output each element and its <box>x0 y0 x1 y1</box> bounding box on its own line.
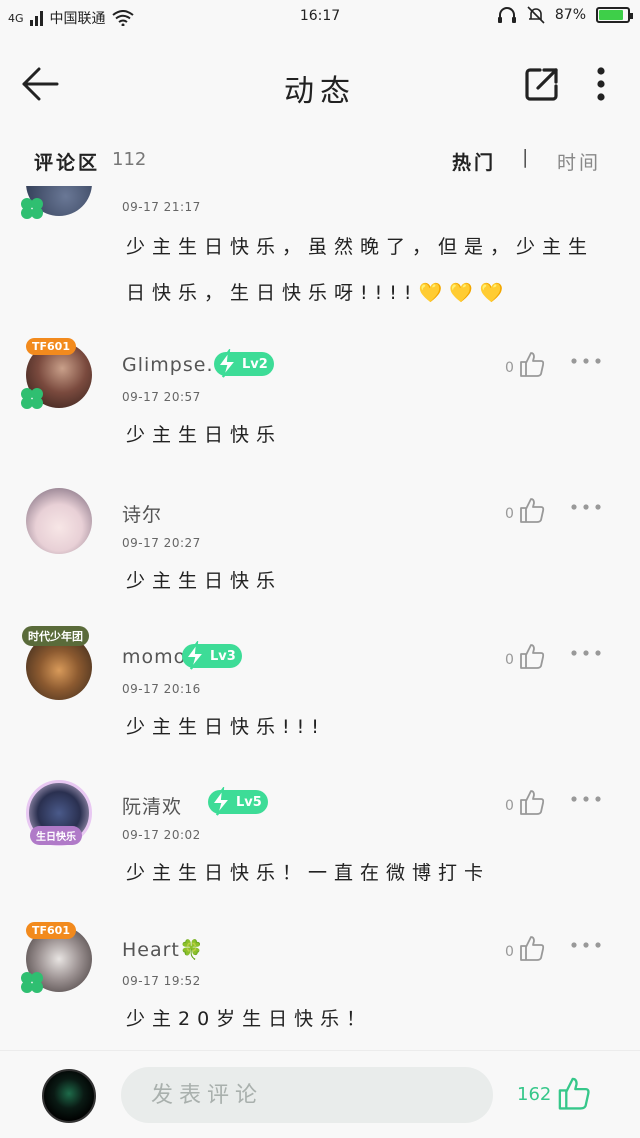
more-horizontal-icon[interactable] <box>570 648 602 658</box>
avatar-frame-badge: TF601 <box>26 922 76 939</box>
level-label: Lv5 <box>236 794 262 810</box>
avatar-frame-badge: TF601 <box>26 338 76 355</box>
comment-section-label: 评论区 <box>34 152 101 174</box>
comment-time: 09-17 20:27 <box>122 536 201 550</box>
comment-text: 少主生日快乐!!! <box>126 716 326 738</box>
total-like-count: 162 <box>517 1084 552 1105</box>
status-right: 87% <box>497 6 633 24</box>
comment-text: 少主生日快乐，虽然晚了，但是，少主生日快乐，生日快乐呀!!!!💛💛💛 <box>126 236 595 304</box>
comment-time: 09-17 20:02 <box>122 828 201 842</box>
sort-hot-tab[interactable]: 热门 <box>452 148 496 175</box>
comment-text: 少主生日快乐！一直在微博打卡 <box>126 862 491 884</box>
like-count: 0 <box>505 798 514 814</box>
comment-count: 112 <box>112 149 147 170</box>
more-horizontal-icon[interactable] <box>570 940 602 950</box>
more-horizontal-icon[interactable] <box>570 356 602 366</box>
share-button[interactable] <box>522 64 562 104</box>
sort-time-tab[interactable]: 时间 <box>557 148 601 175</box>
comment-section-header: 评论区 112 热门 | 时间 <box>0 138 640 182</box>
sort-separator: | <box>522 146 529 168</box>
mute-bell-icon <box>527 6 545 24</box>
clover-icon <box>21 388 43 409</box>
like-count: 0 <box>505 944 514 960</box>
level-badge: Lv5 <box>208 787 268 816</box>
level-badge: Lv3 <box>182 641 242 670</box>
status-bar: 4G 中国联通 16:17 87% <box>0 0 640 34</box>
my-avatar[interactable] <box>42 1069 96 1123</box>
comment-time: 09-17 21:17 <box>122 200 201 214</box>
more-horizontal-icon[interactable] <box>570 794 602 804</box>
share-icon <box>525 68 558 101</box>
thumbs-up-icon[interactable] <box>518 642 546 670</box>
comment-time: 09-17 20:57 <box>122 390 201 404</box>
more-vertical-icon <box>597 67 605 101</box>
level-label: Lv3 <box>210 648 236 664</box>
username[interactable]: 诗尔 <box>122 500 162 527</box>
comment-time: 09-17 19:52 <box>122 974 201 988</box>
avatar[interactable] <box>26 488 92 554</box>
comment-time: 09-17 20:16 <box>122 682 201 696</box>
username[interactable]: Glimpse. <box>122 354 213 376</box>
lightning-icon <box>216 349 239 378</box>
like-count: 0 <box>505 506 514 522</box>
battery-percent: 87% <box>554 7 586 23</box>
thumbs-up-icon[interactable] <box>518 496 546 524</box>
clover-icon <box>21 972 43 993</box>
battery-icon <box>596 7 633 23</box>
comment-list: 09-17 21:17 少主生日快乐，虽然晚了，但是，少主生日快乐，生日快乐呀!… <box>0 186 640 1048</box>
thumbs-up-icon[interactable] <box>518 350 546 378</box>
more-horizontal-icon[interactable] <box>570 502 602 512</box>
like-count: 0 <box>505 360 514 376</box>
like-count: 0 <box>505 652 514 668</box>
thumbs-up-icon[interactable] <box>556 1075 592 1111</box>
avatar-frame-badge: 生日快乐 <box>30 826 82 845</box>
battery-fill <box>599 10 624 20</box>
thumbs-up-icon[interactable] <box>518 934 546 962</box>
headset-icon <box>497 7 516 23</box>
avatar-frame-badge: 时代少年团 <box>22 626 89 646</box>
comment-text: 少主生日快乐 <box>126 424 283 446</box>
level-badge: Lv2 <box>214 349 274 378</box>
top-app-bar: 动态 <box>0 40 640 126</box>
comment-text: 少主生日快乐 <box>126 570 283 592</box>
username[interactable]: momo <box>122 646 186 668</box>
comment-input[interactable] <box>121 1067 493 1123</box>
username[interactable]: 阮清欢 <box>122 792 182 819</box>
comment-text: 少主20岁生日快乐！ <box>126 1008 373 1030</box>
username[interactable]: Heart🍀 <box>122 938 205 961</box>
lightning-icon <box>210 787 233 816</box>
clover-icon <box>21 198 43 219</box>
level-label: Lv2 <box>242 356 268 372</box>
lightning-icon <box>184 641 207 670</box>
thumbs-up-icon[interactable] <box>518 788 546 816</box>
more-options-button[interactable] <box>588 64 614 104</box>
bottom-comment-bar: 162 <box>0 1050 640 1138</box>
